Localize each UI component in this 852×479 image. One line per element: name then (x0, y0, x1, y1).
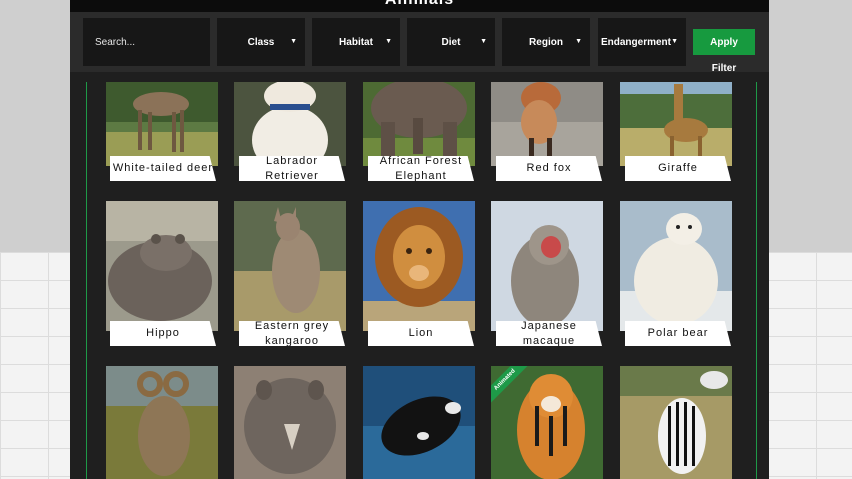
animal-card-zebra[interactable] (620, 366, 732, 479)
hippo-photo (106, 201, 218, 331)
elephant-photo (363, 82, 475, 166)
region-dropdown[interactable]: Region ▼ (502, 18, 590, 66)
animal-card-tiger[interactable]: Animated (491, 366, 603, 479)
animal-name: Red fox (496, 156, 602, 181)
endangerment-dropdown-label: Endangerment (600, 37, 671, 48)
animal-card-rhino[interactable] (234, 366, 346, 479)
animal-card-hippo[interactable] (106, 201, 218, 331)
whale-photo (363, 366, 475, 479)
class-dropdown[interactable]: Class ▼ (217, 18, 305, 66)
animal-name: Giraffe (625, 156, 731, 181)
animal-name: Hippo (110, 321, 216, 346)
giraffe-photo (620, 82, 732, 166)
apply-filter-button[interactable]: Apply Filter (693, 29, 755, 74)
kangaroo-photo (234, 201, 346, 331)
animal-card-white-tailed-deer[interactable] (106, 82, 218, 166)
animal-name: White-tailed deer (110, 156, 216, 181)
chevron-down-icon: ▼ (480, 38, 487, 45)
lion-photo (363, 201, 475, 331)
animals-panel: Animals Search... Class ▼ Habitat ▼ Diet… (70, 0, 769, 479)
chevron-down-icon: ▼ (290, 38, 297, 45)
title-bar: Animals (70, 0, 769, 12)
polar-bear-photo (620, 201, 732, 331)
macaque-photo (491, 201, 603, 331)
search-input[interactable]: Search... (83, 18, 210, 66)
animal-name: Japanese macaque (496, 321, 602, 346)
animal-name: Polar bear (625, 321, 731, 346)
page-title: Animals (70, 0, 769, 9)
animal-name: Labrador Retriever (239, 156, 345, 181)
right-rail (756, 82, 757, 479)
animal-name: Lion (368, 321, 474, 346)
habitat-dropdown[interactable]: Habitat ▼ (312, 18, 400, 66)
rhino-photo (234, 366, 346, 479)
animal-card-red-fox[interactable] (491, 82, 603, 166)
zebra-photo (620, 366, 732, 479)
animal-card-kangaroo[interactable] (234, 201, 346, 331)
endangerment-dropdown[interactable]: Endangerment ▼ (598, 18, 686, 66)
animal-card-lion[interactable] (363, 201, 475, 331)
bighorn-sheep-photo (106, 366, 218, 479)
animal-card-bighorn-sheep[interactable] (106, 366, 218, 479)
fox-photo (491, 82, 603, 166)
left-rail (86, 82, 87, 479)
chevron-down-icon: ▼ (575, 38, 582, 45)
animal-name: African Forest Elephant (368, 156, 474, 181)
dog-photo (234, 82, 346, 166)
animal-name: Eastern grey kangaroo (239, 321, 345, 346)
animal-card-labrador[interactable] (234, 82, 346, 166)
animal-card-elephant[interactable] (363, 82, 475, 166)
animal-card-whale[interactable] (363, 366, 475, 479)
deer-photo (106, 82, 218, 166)
chevron-down-icon: ▼ (671, 38, 678, 45)
search-placeholder: Search... (95, 37, 136, 48)
chevron-down-icon: ▼ (385, 38, 392, 45)
animal-card-giraffe[interactable] (620, 82, 732, 166)
diet-dropdown[interactable]: Diet ▼ (407, 18, 495, 66)
filter-bar: Search... Class ▼ Habitat ▼ Diet ▼ Regio… (70, 12, 769, 74)
animal-card-macaque[interactable] (491, 201, 603, 331)
animal-card-polar-bear[interactable] (620, 201, 732, 331)
